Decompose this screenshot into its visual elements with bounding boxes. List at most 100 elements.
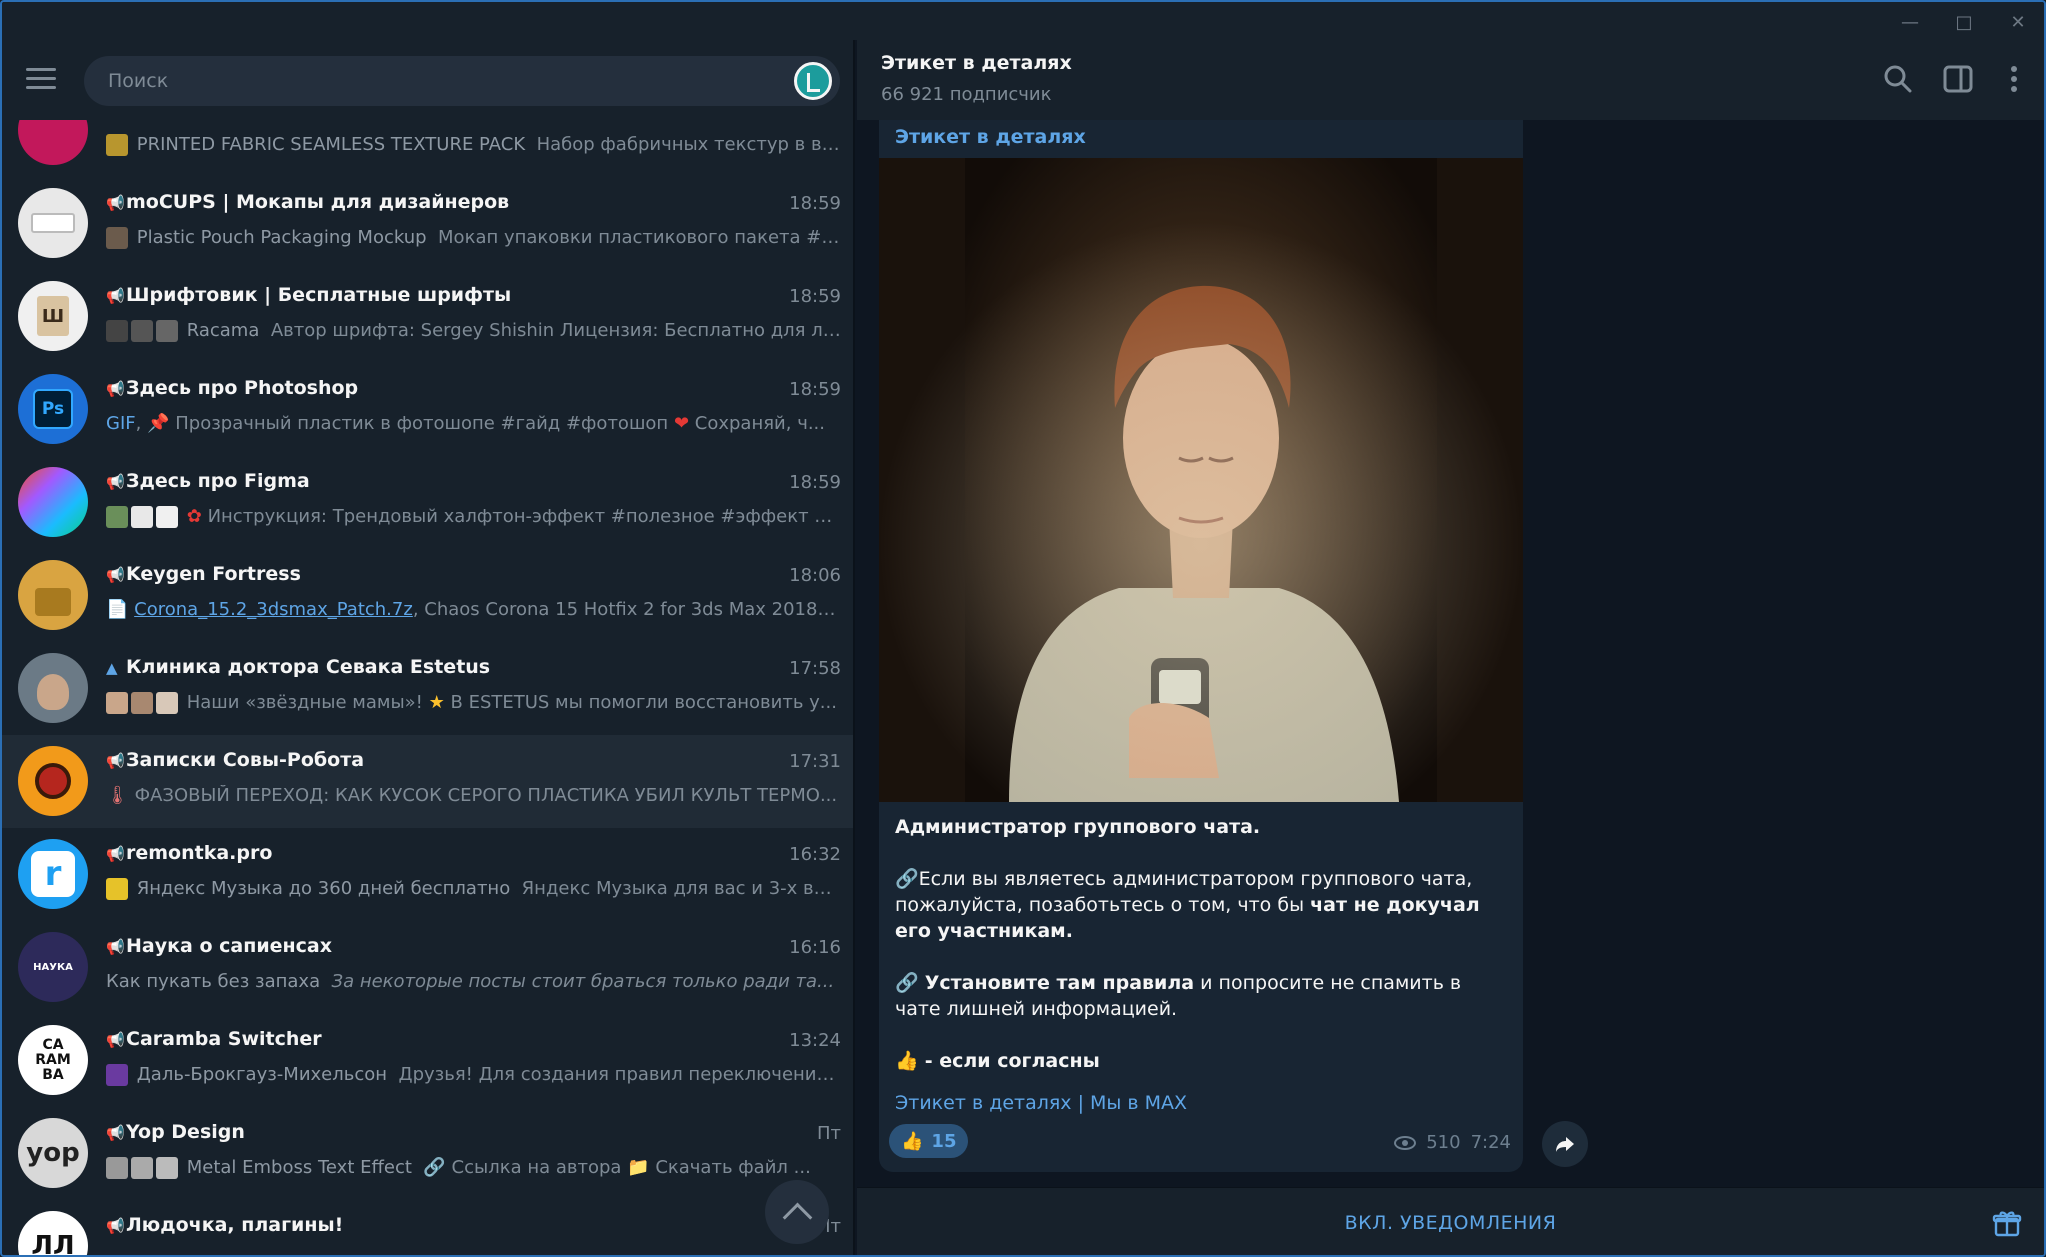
preview-title: Даль-Брокгауз-Михельсон	[136, 1064, 388, 1085]
media-thumb-icon	[131, 1157, 153, 1179]
hamburger-menu-icon[interactable]	[26, 68, 58, 92]
chat-item[interactable]: 📢Здесь про Figma 18:59 ✿ Инструкция: Тре…	[2, 456, 853, 549]
chat-time: 16:32	[789, 844, 841, 865]
post-author[interactable]: Этикет в деталях	[895, 126, 1086, 148]
preview-text: За некоторые посты стоит браться только …	[331, 971, 835, 992]
media-thumb-icon	[156, 506, 178, 528]
folder-icon: 📁	[627, 1157, 650, 1178]
chat-avatar: ЛЛ	[18, 1211, 88, 1255]
megaphone-icon: 📢	[106, 938, 125, 956]
chat-item[interactable]: НАУКА 📢Наука о сапиенсах 16:16 Как пукат…	[2, 921, 853, 1014]
preview-title: PRINTED FABRIC SEAMLESS TEXTURE PACK	[136, 134, 526, 155]
preview-text: Chaos Corona 15 Hotfix 2 for 3ds Max 201…	[424, 599, 841, 620]
chat-preview: 📄 Corona_15.2_3dsmax_Patch.7z, Chaos Cor…	[106, 599, 841, 620]
media-thumb-icon	[106, 506, 128, 528]
preview-file-link[interactable]: Corona_15.2_3dsmax_Patch.7z	[134, 599, 413, 620]
chat-item[interactable]: ЛЛ 📢Людочка, плагины! Пт	[2, 1200, 853, 1255]
gift-icon[interactable]	[1992, 1208, 2022, 1238]
preview-text: Инструкция: Трендовый халфтон-эффект #по…	[207, 506, 841, 527]
bot-icon: ▲	[106, 659, 118, 677]
view-count: 510	[1426, 1132, 1461, 1153]
connection-status-icon[interactable]	[794, 62, 832, 100]
chat-time: 17:58	[789, 658, 841, 679]
chat-item[interactable]: r 📢remontka.pro 16:32 Яндекс Музыка до 3…	[2, 828, 853, 921]
channel-post[interactable]: Этикет в деталях Администратор групповог…	[879, 120, 1523, 1172]
chat-time: 18:59	[789, 379, 841, 400]
preview-text: Ссылка на автора	[451, 1157, 622, 1178]
star-icon: ★	[428, 692, 445, 713]
media-thumb-icon	[131, 692, 153, 714]
preview-tail: Скачать файл ...	[655, 1157, 811, 1178]
app-window: — □ ✕ PRINTED FABRIC SEAMLESS TEXTURE PA…	[0, 0, 2046, 1257]
megaphone-icon: 📢	[106, 566, 125, 584]
scroll-to-top-button[interactable]	[765, 1180, 829, 1244]
search-input[interactable]	[108, 56, 748, 106]
more-options-icon[interactable]	[1997, 62, 2031, 96]
photo-image	[879, 158, 1523, 802]
chat-preview: Metal Emboss Text Effect 🔗 Ссылка на авт…	[106, 1157, 841, 1179]
chat-item[interactable]: Ш 📢Шрифтовик | Бесплатные шрифты 18:59 R…	[2, 270, 853, 363]
chat-item[interactable]: 📢Keygen Fortress 18:06 📄 Corona_15.2_3ds…	[2, 549, 853, 642]
enable-notifications-button[interactable]: ВКЛ. УВЕДОМЛЕНИЯ	[857, 1188, 2044, 1255]
flower-icon: ✿	[186, 506, 202, 527]
chat-time: 13:24	[789, 1030, 841, 1051]
preview-text: ФАЗОВЫЙ ПЕРЕХОД: КАК КУСОК СЕРОГО ПЛАСТИ…	[134, 785, 838, 806]
chat-item[interactable]: 📢moCUPS | Мокапы для дизайнеров 18:59 Pl…	[2, 177, 853, 270]
post-links: Этикет в деталях | Мы в MAX	[895, 1092, 1187, 1114]
search-icon[interactable]	[1881, 62, 1915, 96]
chat-preview: GIF, 📌 Прозрачный пластик в фотошопе #га…	[106, 413, 825, 434]
thumbs-up-icon: 👍	[901, 1130, 924, 1152]
chat-name: 📢Yop Design	[106, 1121, 245, 1143]
chat-preview: PRINTED FABRIC SEAMLESS TEXTURE PACK Наб…	[106, 134, 841, 156]
chat-header[interactable]: Этикет в деталях 66 921 подписчик	[857, 40, 2044, 120]
megaphone-icon: 📢	[106, 1031, 125, 1049]
link-icon: 🔗	[423, 1157, 446, 1178]
chat-item[interactable]: Ps 📢Здесь про Photoshop 18:59 GIF, 📌 Про…	[2, 363, 853, 456]
media-thumb-icon	[156, 1157, 178, 1179]
link-icon: 🔗	[895, 868, 919, 890]
video-thumb-icon	[156, 692, 178, 714]
post-bold-text: Установите там правила	[924, 972, 1195, 994]
chat-name: 📢Наука о сапиенсах	[106, 935, 332, 957]
post-photo[interactable]	[879, 158, 1523, 802]
search-box[interactable]	[84, 56, 840, 106]
preview-tail: В ESTETUS мы помогли восстановить у...	[450, 692, 837, 713]
megaphone-icon: 📢	[106, 1124, 125, 1142]
channel-title[interactable]: Этикет в деталях	[881, 52, 1072, 74]
preview-text: Мокап упаковки пластикового пакета #а...	[438, 227, 841, 248]
close-button[interactable]: ✕	[1990, 6, 2044, 38]
preview-title: Racama	[186, 320, 260, 341]
channel-link[interactable]: Этикет в деталях	[895, 1092, 1072, 1114]
maximize-button[interactable]: □	[1936, 6, 1992, 38]
chat-item[interactable]: ▲ Клиника доктора Севака Estetus 17:58 На…	[2, 642, 853, 735]
share-button[interactable]	[1542, 1121, 1588, 1167]
chat-item[interactable]: 📢Записки Совы-Робота 17:31 🌡 ФАЗОВЫЙ ПЕР…	[2, 735, 853, 828]
chat-name: 📢Здесь про Figma	[106, 470, 310, 492]
chat-avatar: CA RAM BA	[18, 1025, 88, 1095]
chat-panel: Этикет в деталях 66 921 подписчик Этикет…	[857, 40, 2044, 1255]
preview-title: Metal Emboss Text Effect	[186, 1157, 412, 1178]
eye-icon	[1394, 1135, 1417, 1150]
max-link[interactable]: Мы в MAX	[1090, 1092, 1187, 1114]
preview-tail: Сохраняй, ч...	[694, 413, 825, 434]
megaphone-icon: 📢	[106, 752, 125, 770]
chat-item[interactable]: CA RAM BA 📢Caramba Switcher 13:24 Даль-Б…	[2, 1014, 853, 1107]
sidebar-toggle-icon[interactable]	[1941, 62, 1975, 96]
reaction-chip[interactable]: 👍 15	[889, 1124, 969, 1158]
chat-preview: Racama Автор шрифта: Sergey Shishin Лице…	[106, 320, 841, 342]
preview-text: Автор шрифта: Sergey Shishin Лицензия: Б…	[270, 320, 841, 341]
chat-time: 18:59	[789, 193, 841, 214]
title-bar: — □ ✕	[2, 2, 2044, 40]
preview-gif-label: GIF	[106, 413, 136, 434]
media-thumb-icon	[156, 320, 178, 342]
chat-item[interactable]: PRINTED FABRIC SEAMLESS TEXTURE PACK Наб…	[2, 120, 853, 177]
chat-avatar	[18, 188, 88, 258]
chat-time: Пт	[816, 1123, 841, 1144]
chat-preview: Наши «звёздные мамы»! ★ В ESTETUS мы пом…	[106, 692, 841, 714]
chat-name: 📢moCUPS | Мокапы для дизайнеров	[106, 191, 510, 213]
chat-item[interactable]: yop 📢Yop Design Пт Metal Emboss Text Eff…	[2, 1107, 853, 1200]
chat-avatar	[18, 120, 88, 165]
search-row	[2, 40, 853, 120]
share-arrow-icon	[1556, 1137, 1574, 1152]
minimize-button[interactable]: —	[1882, 6, 1938, 38]
